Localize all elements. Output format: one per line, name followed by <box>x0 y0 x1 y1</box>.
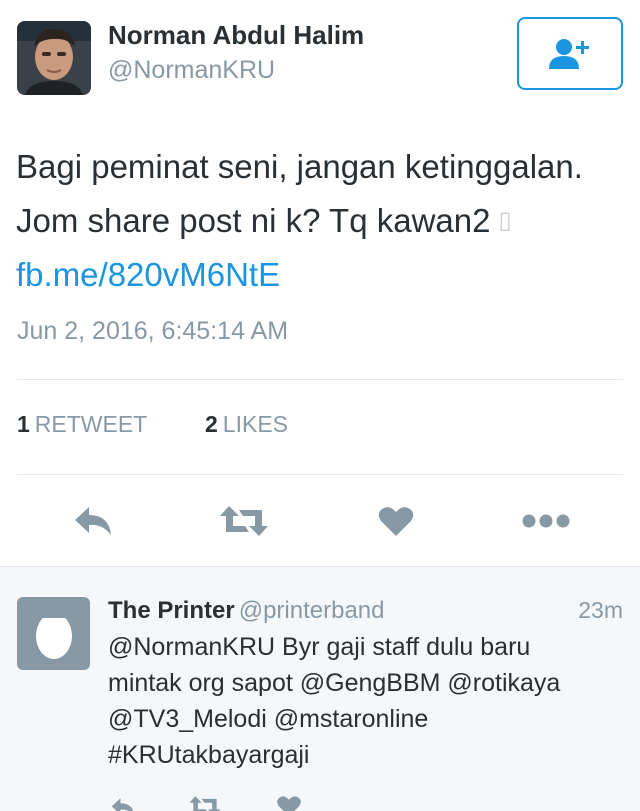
author-handle[interactable]: @NormanKRU <box>108 56 275 85</box>
more-icon <box>522 514 570 528</box>
tweet-detail-screen: Norman Abdul Halim @NormanKRU Bagi pemin… <box>0 0 640 811</box>
retweet-stat[interactable]: 1 RETWEET <box>17 411 147 437</box>
reply-text-line: @NormanKRU Byr gaji staff dulu baru <box>108 633 531 661</box>
reply-author-name: The Printer <box>108 597 235 624</box>
heart-icon[interactable] <box>276 795 302 811</box>
tweet-link[interactable]: fb.me/820vM6NtE <box>16 248 626 302</box>
retweet-icon[interactable] <box>188 795 222 811</box>
divider <box>17 379 623 380</box>
tweet-text-fragment: Jom share post ni k? Tq kawan2 <box>16 202 491 239</box>
like-button[interactable] <box>374 494 418 548</box>
reply-text: @NormanKRU Byr gaji staff dulu baru mint… <box>108 629 628 773</box>
reply-text-line: mintak org sapot @GengBBM @rotikaya <box>108 669 561 697</box>
unsupported-emoji-glyph: ▯ <box>498 207 512 234</box>
author-avatar[interactable] <box>17 21 91 95</box>
like-count: 2 <box>205 411 218 437</box>
egg-icon <box>33 607 74 659</box>
more-button[interactable] <box>520 494 572 548</box>
add-user-icon <box>549 38 589 69</box>
tweet-actions <box>0 494 640 548</box>
tweet-text-line: Jom share post ni k? Tq kawan2 ▯ <box>16 194 626 248</box>
retweet-label: RETWEET <box>34 411 148 437</box>
reply-avatar[interactable] <box>17 597 90 670</box>
reply-button[interactable] <box>66 494 120 548</box>
tweet-stats: 1 RETWEET 2 LIKES <box>17 411 288 438</box>
author-name[interactable]: Norman Abdul Halim <box>108 20 364 51</box>
tweet-timestamp: Jun 2, 2016, 6:45:14 AM <box>17 317 289 345</box>
retweet-icon <box>220 506 268 536</box>
divider <box>17 474 623 475</box>
tweet-text: Bagi peminat seni, jangan ketinggalan. J… <box>16 140 626 302</box>
reply-text-line: @TV3_Melodi @mstaronline <box>108 705 429 733</box>
heart-icon <box>378 507 414 536</box>
reply-author-handle: @printerband <box>238 597 385 624</box>
retweet-button[interactable] <box>216 494 272 548</box>
reply-time: 23m <box>578 597 623 623</box>
reply-actions <box>100 791 320 811</box>
reply-tweet[interactable]: The Printer @printerband 23m @NormanKRU B… <box>0 566 640 811</box>
likes-stat[interactable]: 2 LIKES <box>205 411 288 438</box>
likes-label: LIKES <box>222 411 289 437</box>
reply-icon <box>75 507 111 535</box>
reply-author[interactable]: The Printer @printerband <box>108 597 384 625</box>
retweet-count: 1 <box>17 411 30 437</box>
author-photo <box>17 21 91 95</box>
reply-text-line: #KRUtakbayargaji <box>108 741 310 769</box>
reply-icon[interactable] <box>108 797 138 811</box>
tweet-text-line: Bagi peminat seni, jangan ketinggalan. <box>16 148 583 185</box>
follow-button[interactable] <box>517 17 623 90</box>
